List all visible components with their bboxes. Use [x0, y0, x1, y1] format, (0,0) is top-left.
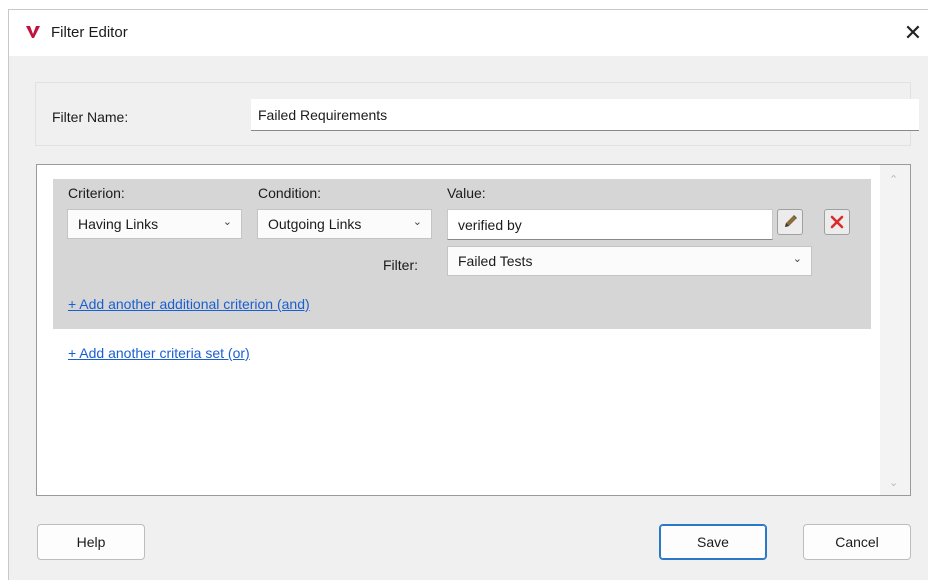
condition-selected: Outgoing Links	[268, 216, 362, 232]
criterion-dropdown[interactable]: Having Links ⌄	[67, 209, 242, 239]
filter-label: Filter:	[383, 257, 418, 273]
criterion-selected: Having Links	[78, 216, 159, 232]
filter-dropdown[interactable]: Failed Tests ⌄	[447, 246, 812, 276]
title-bar: Filter Editor ✕	[9, 10, 928, 56]
condition-dropdown[interactable]: Outgoing Links ⌄	[257, 209, 432, 239]
scroll-down-icon[interactable]: ⌄	[889, 476, 898, 489]
condition-label: Condition:	[258, 185, 322, 201]
vertical-scrollbar[interactable]: ⌃ ⌄	[880, 165, 910, 495]
criterion-label: Criterion:	[68, 185, 125, 201]
window-title: Filter Editor	[51, 24, 128, 41]
cancel-button[interactable]: Cancel	[803, 524, 911, 560]
chevron-down-icon: ⌄	[222, 216, 232, 228]
v-logo-icon	[26, 26, 40, 38]
chevron-down-icon: ⌄	[412, 216, 422, 228]
chevron-down-icon: ⌄	[792, 253, 802, 265]
filter-name-label: Filter Name:	[52, 109, 129, 125]
value-label: Value:	[447, 185, 486, 201]
add-and-criterion-link[interactable]: + Add another additional criterion (and)	[68, 296, 310, 312]
filter-name-input[interactable]	[251, 99, 919, 131]
criteria-set: Criterion: Condition: Value: Having Link…	[53, 179, 871, 329]
filter-selected: Failed Tests	[458, 253, 533, 269]
scroll-up-icon[interactable]: ⌃	[889, 173, 898, 186]
criteria-area: Criterion: Condition: Value: Having Link…	[36, 164, 911, 496]
pencil-icon	[785, 215, 797, 227]
edit-button[interactable]	[777, 209, 803, 235]
add-or-criteria-set-link[interactable]: + Add another criteria set (or)	[68, 345, 250, 361]
delete-criterion-button[interactable]	[824, 209, 850, 235]
close-icon[interactable]: ✕	[898, 18, 928, 48]
red-x-icon	[830, 215, 844, 229]
value-input[interactable]	[447, 209, 773, 240]
help-button[interactable]: Help	[37, 524, 145, 560]
save-button[interactable]: Save	[659, 524, 767, 560]
filter-editor-dialog: Filter Editor ✕ Filter Name: Criterion: …	[9, 10, 928, 580]
filter-name-panel: Filter Name:	[35, 82, 919, 146]
